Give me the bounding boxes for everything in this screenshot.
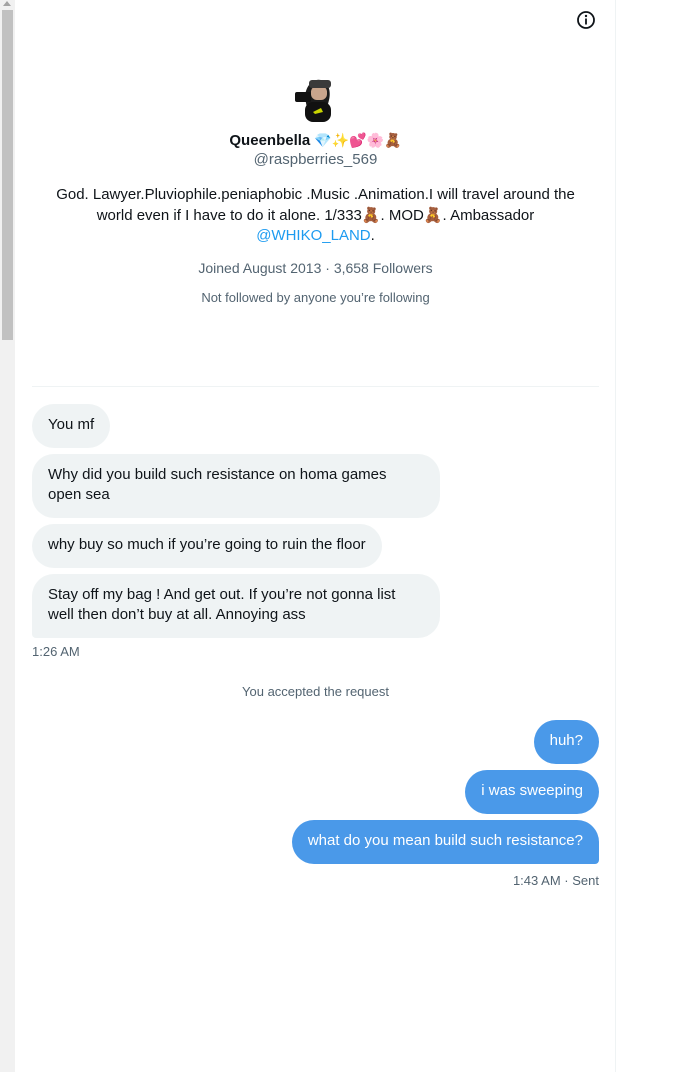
- followers-count[interactable]: 3,658 Followers: [334, 260, 433, 276]
- meta-separator: ·: [325, 260, 330, 276]
- profile-bio: God. Lawyer.Pluviophile.peniaphobic .Mus…: [43, 185, 588, 247]
- message-bubble-outgoing[interactable]: what do you mean build such resistance?: [291, 820, 599, 864]
- message-bubble-outgoing[interactable]: i was sweeping: [465, 770, 599, 814]
- message-bubble-outgoing[interactable]: huh?: [533, 720, 599, 764]
- scroll-up-arrow-icon[interactable]: [3, 1, 11, 6]
- bio-mention-link[interactable]: @WHIKO_LAND: [256, 227, 370, 244]
- outgoing-timestamp: 1:43 AM · Sent: [513, 873, 599, 889]
- timestamp-separator: ·: [564, 873, 569, 888]
- system-note: You accepted the request: [242, 684, 389, 699]
- joined-date: Joined August 2013: [198, 260, 322, 276]
- bio-text: God. Lawyer.Pluviophile.peniaphobic .Mus…: [56, 186, 575, 224]
- section-divider: [32, 386, 599, 387]
- display-name[interactable]: Queenbella: [229, 132, 310, 149]
- message-bubble-incoming[interactable]: Why did you build such resistance on hom…: [32, 454, 440, 518]
- name-emojis: 💎✨💕🌸🧸: [314, 132, 402, 148]
- message-bubble-incoming[interactable]: You mf: [32, 404, 111, 448]
- profile-meta: Joined August 2013 · 3,658 Followers: [0, 259, 631, 277]
- message-bubble-incoming[interactable]: why buy so much if you’re going to ruin …: [32, 524, 382, 568]
- outgoing-time: 1:43 AM: [512, 873, 561, 888]
- profile-name[interactable]: Queenbella 💎✨💕🌸🧸: [0, 130, 631, 151]
- profile-avatar[interactable]: [291, 72, 339, 124]
- incoming-timestamp: 1:26 AM: [32, 644, 80, 659]
- profile-handle[interactable]: @raspberries_569: [0, 150, 631, 170]
- info-icon[interactable]: [576, 10, 596, 30]
- sent-status: Sent: [572, 873, 599, 888]
- bio-end: .: [370, 227, 375, 244]
- message-bubble-incoming[interactable]: Stay off my bag ! And get out. If you’re…: [32, 574, 440, 638]
- not-followed-note: Not followed by anyone you’re following: [201, 290, 430, 305]
